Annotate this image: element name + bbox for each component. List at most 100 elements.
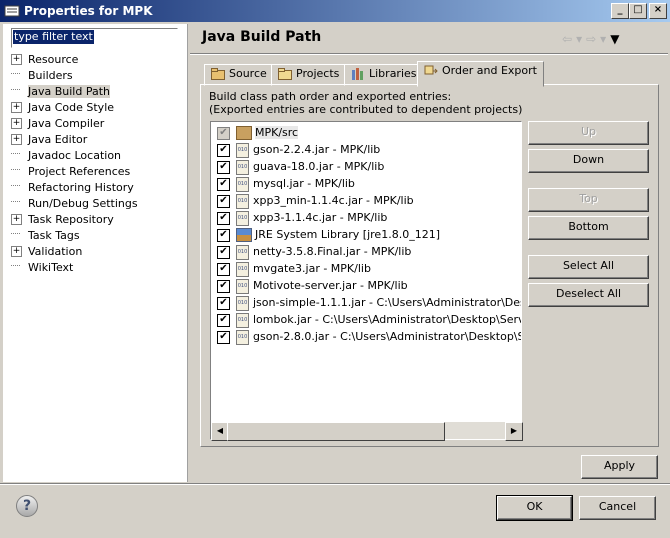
classpath-entry[interactable]: ✔ 010 mvgate3.jar - MPK/lib: [217, 260, 371, 277]
tree-item-label: Java Build Path: [28, 85, 111, 98]
tree-item[interactable]: Project References: [11, 164, 130, 180]
tree-item[interactable]: Java Build Path: [11, 84, 111, 100]
classpath-entry[interactable]: ✔ 010 xpp3-1.1.4c.jar - MPK/lib: [217, 209, 387, 226]
tree-item-label: Refactoring History: [28, 181, 134, 194]
export-checkbox[interactable]: ✔: [217, 160, 230, 174]
forward-arrow-icon[interactable]: ⇨: [586, 32, 600, 46]
classpath-entry[interactable]: ✔ 010 netty-3.5.8.Final.jar - MPK/lib: [217, 243, 411, 260]
properties-window-icon: [4, 5, 20, 17]
classpath-entry[interactable]: ✔ 010 json-simple-1.1.1.jar - C:\Users\Adm…: [217, 294, 521, 311]
entry-label: xpp3-1.1.4c.jar - MPK/lib: [253, 211, 388, 224]
jar-icon: 010: [236, 142, 249, 158]
tree-item[interactable]: Run/Debug Settings: [11, 196, 138, 212]
export-checkbox[interactable]: ✔: [217, 330, 230, 344]
classpath-entry-list[interactable]: ✔ MPK/src ✔ 010 gson-2.2.4.jar - MPK/lib ✔ 010…: [210, 121, 522, 440]
export-checkbox[interactable]: ✔: [217, 194, 230, 208]
tree-connector: [11, 152, 20, 154]
export-checkbox[interactable]: ✔: [217, 296, 230, 310]
select-all-button[interactable]: Select All: [528, 255, 649, 279]
close-button[interactable]: ×: [649, 3, 667, 19]
scroll-thumb[interactable]: [227, 422, 445, 441]
minimize-button[interactable]: _: [611, 3, 629, 19]
description-line-1: Build class path order and exported entr…: [209, 90, 452, 103]
tree-item[interactable]: Task Tags: [11, 228, 80, 244]
help-icon[interactable]: ?: [16, 495, 38, 517]
export-checkbox[interactable]: ✔: [217, 245, 230, 259]
classpath-entry[interactable]: ✔ MPK/src: [217, 124, 299, 141]
jar-icon: 010: [236, 261, 249, 277]
scroll-right-icon[interactable]: ▶: [505, 422, 523, 441]
classpath-entry[interactable]: ✔ 010 mysql.jar - MPK/lib: [217, 175, 355, 192]
tab-source[interactable]: Source: [204, 64, 276, 86]
expand-icon[interactable]: +: [11, 213, 22, 225]
tree-item-label: Java Editor: [28, 133, 88, 146]
ok-button[interactable]: OK: [496, 495, 573, 521]
bottom-button[interactable]: Bottom: [528, 216, 649, 240]
export-checkbox[interactable]: ✔: [217, 126, 230, 140]
classpath-entry[interactable]: ✔ 010 guava-18.0.jar - MPK/lib: [217, 158, 384, 175]
tree-item-label: Java Code Style: [28, 101, 115, 114]
tab-projects[interactable]: Projects: [271, 64, 349, 86]
horizontal-scrollbar[interactable]: ◀ ▶: [211, 422, 523, 441]
tree-item[interactable]: + Task Repository: [11, 212, 114, 228]
jar-icon: 010: [236, 312, 249, 328]
expand-icon[interactable]: +: [11, 133, 22, 145]
classpath-entry[interactable]: ✔ 010 gson-2.2.4.jar - MPK/lib: [217, 141, 380, 158]
classpath-entry[interactable]: ✔ 010 lombok.jar - C:\Users\Administrator\…: [217, 311, 521, 328]
tree-connector: [11, 168, 20, 170]
tree-item[interactable]: + Validation: [11, 244, 82, 260]
export-checkbox[interactable]: ✔: [217, 228, 230, 242]
maximize-button[interactable]: □: [629, 3, 647, 19]
deselect-all-button[interactable]: Deselect All: [528, 283, 649, 307]
entry-label: json-simple-1.1.1.jar - C:\Users\Adminis…: [253, 296, 521, 309]
tree-item-label: Java Compiler: [28, 117, 105, 130]
filter-input[interactable]: type filter text: [11, 28, 178, 48]
entry-label: gson-2.8.0.jar - C:\Users\Administrator\…: [253, 330, 522, 343]
down-button[interactable]: Down: [528, 149, 649, 173]
tree-item[interactable]: + Java Compiler: [11, 116, 104, 132]
jar-icon: 010: [236, 176, 249, 192]
back-menu-icon[interactable]: ▾: [576, 32, 586, 46]
export-checkbox[interactable]: ✔: [217, 313, 230, 327]
back-arrow-icon[interactable]: ⇦: [562, 32, 576, 46]
expand-icon[interactable]: +: [11, 117, 22, 129]
classpath-entry[interactable]: ✔ 010 Motivote-server.jar - MPK/lib: [217, 277, 408, 294]
tree-item[interactable]: + Resource: [11, 52, 78, 68]
tab-order-and-export[interactable]: Order and Export: [417, 61, 544, 87]
tree-item[interactable]: Builders: [11, 68, 73, 84]
export-checkbox[interactable]: ✔: [217, 177, 230, 191]
classpath-entry[interactable]: ✔ 010 gson-2.8.0.jar - C:\Users\Administra…: [217, 328, 522, 345]
tree-item[interactable]: Javadoc Location: [11, 148, 121, 164]
classpath-entry[interactable]: ✔ JRE System Library [jre1.8.0_121]: [217, 226, 440, 243]
tree-item[interactable]: Refactoring History: [11, 180, 134, 196]
export-checkbox[interactable]: ✔: [217, 279, 230, 293]
entry-label: netty-3.5.8.Final.jar - MPK/lib: [253, 245, 412, 258]
jre-library-icon: [236, 228, 252, 242]
apply-button[interactable]: Apply: [581, 455, 658, 479]
tab-libraries[interactable]: Libraries: [344, 64, 423, 86]
expand-icon[interactable]: +: [11, 53, 22, 65]
export-checkbox[interactable]: ✔: [217, 262, 230, 276]
tree-item-label: Task Repository: [28, 213, 114, 226]
export-checkbox[interactable]: ✔: [217, 211, 230, 225]
tree-item-label: Task Tags: [28, 229, 80, 242]
tree-item[interactable]: + Java Editor: [11, 132, 87, 148]
up-button[interactable]: Up: [528, 121, 649, 145]
tree-item[interactable]: + Java Code Style: [11, 100, 114, 116]
export-checkbox[interactable]: ✔: [217, 143, 230, 157]
cancel-button[interactable]: Cancel: [579, 496, 656, 520]
expand-icon[interactable]: +: [11, 101, 22, 113]
expand-icon[interactable]: +: [11, 245, 22, 257]
jar-icon: 010: [236, 244, 249, 260]
forward-menu-icon[interactable]: ▾: [600, 32, 610, 46]
top-button[interactable]: Top: [528, 188, 649, 212]
tab-source-label: Source: [229, 67, 267, 80]
tree-item-label: Resource: [28, 53, 79, 66]
view-menu-icon[interactable]: ▼: [610, 32, 623, 46]
classpath-entry[interactable]: ✔ 010 xpp3_min-1.1.4c.jar - MPK/lib: [217, 192, 414, 209]
entry-label: MPK/src: [255, 126, 299, 139]
page-title: Java Build Path: [202, 29, 322, 45]
source-folder-icon: [236, 126, 252, 140]
tree-item[interactable]: WikiText: [11, 260, 73, 276]
jar-icon: 010: [236, 159, 249, 175]
